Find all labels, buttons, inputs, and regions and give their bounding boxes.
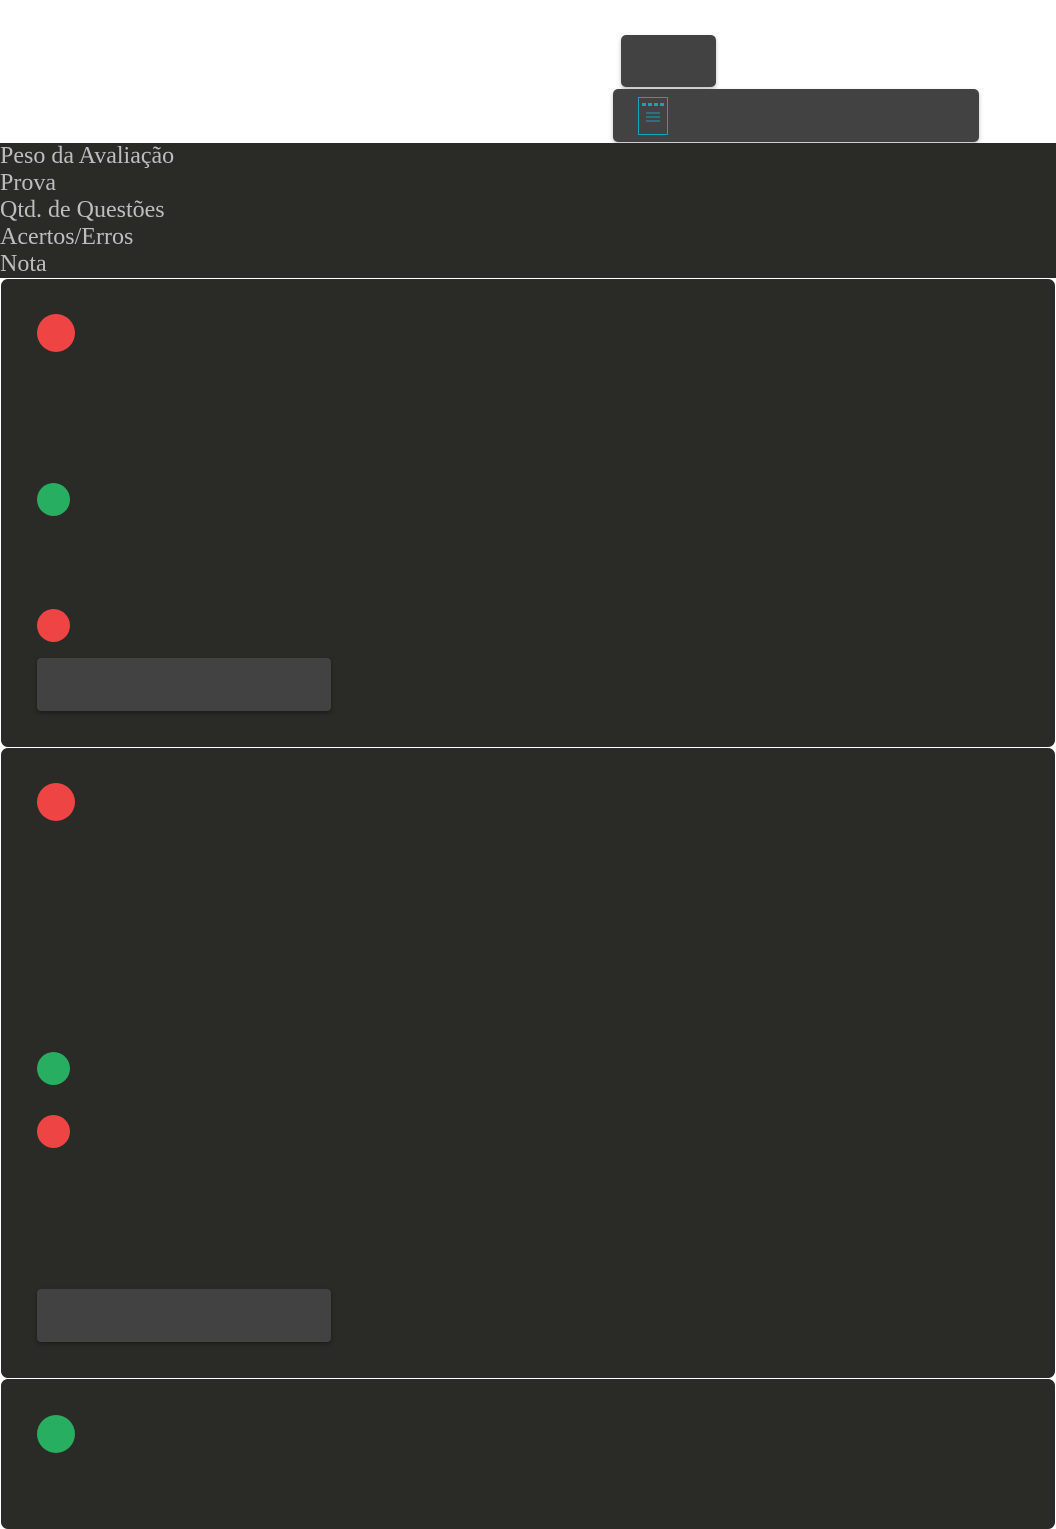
status-indicator-incorrect: [37, 314, 75, 352]
header-hits-misses-label: Acertos/Erros: [0, 224, 134, 250]
card-action-button[interactable]: [37, 658, 331, 711]
header-grade-label: Nota: [0, 251, 47, 277]
header-exam-label: Prova: [0, 170, 56, 196]
status-indicator-incorrect: [37, 1115, 70, 1148]
status-indicator-correct: [37, 1415, 75, 1453]
document-list-icon: [638, 97, 668, 140]
evaluation-card: [1, 279, 1055, 747]
top-action-button[interactable]: [621, 35, 716, 87]
document-menu-button[interactable]: [613, 89, 979, 142]
header-question-count-label: Qtd. de Questões: [0, 197, 165, 223]
status-indicator-correct: [37, 483, 70, 516]
card-action-button[interactable]: [37, 1289, 331, 1342]
evaluation-card: [1, 1379, 1055, 1529]
status-indicator-incorrect: [37, 609, 70, 642]
evaluation-card: [1, 748, 1055, 1378]
evaluation-header: Peso da Avaliação Prova Qtd. de Questões…: [0, 143, 1056, 278]
status-indicator-incorrect: [37, 783, 75, 821]
header-weight-label: Peso da Avaliação: [0, 143, 175, 169]
status-indicator-correct: [37, 1052, 70, 1085]
